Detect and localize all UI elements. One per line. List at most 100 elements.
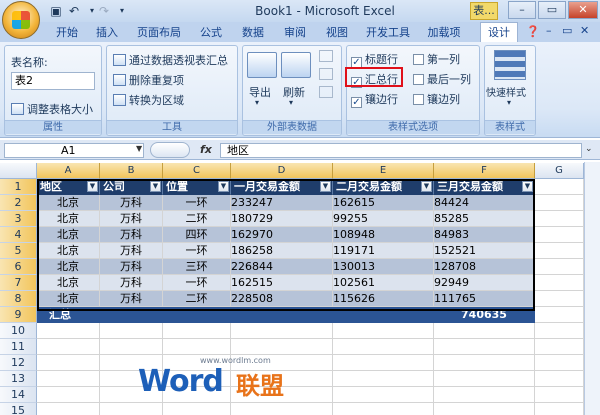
column-header-g[interactable]: G — [535, 163, 584, 179]
quick-styles-icon[interactable] — [494, 50, 526, 80]
column-header-f[interactable]: F — [434, 163, 535, 179]
export-button[interactable]: 导出 — [249, 84, 271, 100]
total-row-label-cell[interactable]: 汇总 — [37, 307, 100, 323]
table-cell[interactable]: 130013 — [333, 259, 434, 275]
table-cell[interactable]: 万科 — [100, 259, 163, 275]
filter-dropdown-icon[interactable]: ▼ — [150, 181, 161, 192]
table-header-cell[interactable]: 位置 ▼ — [163, 179, 231, 195]
tab-page-layout[interactable]: 页面布局 — [132, 24, 186, 42]
cell[interactable] — [535, 259, 584, 275]
tab-view[interactable]: 视图 — [320, 24, 354, 42]
tab-review[interactable]: 审阅 — [278, 24, 312, 42]
insert-function-icon[interactable]: fx — [200, 143, 212, 156]
column-header-b[interactable]: B — [100, 163, 163, 179]
save-icon[interactable]: ▣ — [48, 3, 64, 19]
cell[interactable] — [535, 355, 584, 371]
table-cell[interactable]: 85285 — [434, 211, 535, 227]
refresh-icon[interactable] — [281, 52, 311, 78]
tab-home[interactable]: 开始 — [50, 24, 84, 42]
table-header-cell[interactable]: 三月交易金额 ▼ — [434, 179, 535, 195]
cell[interactable] — [535, 243, 584, 259]
total-row-value-cell[interactable]: 740635 — [434, 307, 535, 323]
cell[interactable] — [535, 195, 584, 211]
row-header-1[interactable]: 1 — [0, 179, 37, 195]
cell[interactable] — [434, 323, 535, 339]
first-column-checkbox[interactable]: 第一列 — [413, 51, 460, 67]
cell[interactable] — [231, 339, 333, 355]
cell[interactable] — [434, 403, 535, 415]
export-icon[interactable] — [247, 52, 277, 78]
table-cell[interactable]: 186258 — [231, 243, 333, 259]
table-cell[interactable]: 北京 — [37, 291, 100, 307]
table-cell[interactable]: 84983 — [434, 227, 535, 243]
table-cell[interactable]: 92949 — [434, 275, 535, 291]
table-cell[interactable]: 162515 — [231, 275, 333, 291]
table-header-cell[interactable]: 二月交易金额 ▼ — [333, 179, 434, 195]
row-header-13[interactable]: 13 — [0, 371, 37, 387]
formula-expand-icon[interactable]: ⌄ — [585, 144, 593, 154]
cell[interactable] — [37, 387, 100, 403]
row-header-4[interactable]: 4 — [0, 227, 37, 243]
row-header-6[interactable]: 6 — [0, 259, 37, 275]
column-header-a[interactable]: A — [37, 163, 100, 179]
table-cell[interactable]: 152521 — [434, 243, 535, 259]
convert-to-range-button[interactable]: 转换为区域 — [113, 92, 184, 108]
table-name-input[interactable]: 表2 — [11, 72, 95, 90]
cell[interactable] — [37, 355, 100, 371]
cell[interactable] — [535, 227, 584, 243]
table-cell[interactable]: 115626 — [333, 291, 434, 307]
table-cell[interactable]: 北京 — [37, 211, 100, 227]
total-row-cell[interactable] — [333, 307, 434, 323]
filter-dropdown-icon[interactable]: ▼ — [87, 181, 98, 192]
formula-bar-resize-handle[interactable] — [150, 142, 190, 158]
cell[interactable] — [434, 339, 535, 355]
undo-icon[interactable]: ↶ — [66, 3, 82, 19]
redo-icon[interactable]: ↷ — [96, 3, 112, 19]
row-header-8[interactable]: 8 — [0, 291, 37, 307]
table-cell[interactable]: 一环 — [163, 243, 231, 259]
tab-developer[interactable]: 开发工具 — [362, 24, 414, 42]
cell[interactable] — [163, 339, 231, 355]
cell[interactable] — [535, 323, 584, 339]
cell[interactable] — [434, 371, 535, 387]
filter-dropdown-icon[interactable]: ▼ — [320, 181, 331, 192]
quick-styles-button[interactable]: 快速样式 — [486, 84, 526, 99]
table-cell[interactable]: 二环 — [163, 211, 231, 227]
column-header-e[interactable]: E — [333, 163, 434, 179]
cell[interactable] — [37, 403, 100, 415]
cell[interactable] — [333, 371, 434, 387]
table-cell[interactable]: 万科 — [100, 195, 163, 211]
header-row-checkbox[interactable]: ✓ 标题行 — [351, 51, 398, 68]
cell[interactable] — [333, 323, 434, 339]
resize-table-button[interactable]: 调整表格大小 — [11, 101, 93, 117]
table-cell[interactable]: 北京 — [37, 259, 100, 275]
table-cell[interactable]: 228508 — [231, 291, 333, 307]
cell[interactable] — [535, 307, 584, 323]
cell[interactable] — [535, 403, 584, 415]
row-header-9[interactable]: 9 — [0, 307, 37, 323]
table-cell[interactable]: 三环 — [163, 259, 231, 275]
select-all-corner[interactable] — [0, 163, 37, 179]
total-row-cell[interactable] — [163, 307, 231, 323]
tab-insert[interactable]: 插入 — [90, 24, 124, 42]
row-header-10[interactable]: 10 — [0, 323, 37, 339]
cell[interactable] — [535, 291, 584, 307]
remove-duplicates-button[interactable]: 删除重复项 — [113, 72, 184, 88]
tab-design[interactable]: 设计 — [480, 22, 518, 42]
table-cell[interactable]: 四环 — [163, 227, 231, 243]
name-box[interactable]: A1 — [4, 143, 144, 158]
restore-button[interactable]: ▭ — [538, 1, 566, 19]
open-browser-icon[interactable] — [319, 68, 333, 80]
name-box-dropdown-icon[interactable]: ▼ — [136, 144, 142, 153]
tab-addins[interactable]: 加载项 — [422, 24, 466, 42]
cell[interactable] — [163, 323, 231, 339]
table-header-cell[interactable]: 一月交易金额 ▼ — [231, 179, 333, 195]
tab-data[interactable]: 数据 — [236, 24, 270, 42]
table-header-cell[interactable]: 公司 ▼ — [100, 179, 163, 195]
ribbon-minimize-icon[interactable]: – — [546, 24, 552, 37]
properties-icon[interactable] — [319, 50, 333, 62]
table-header-cell[interactable]: 地区 ▼ — [37, 179, 100, 195]
vertical-scrollbar[interactable] — [584, 162, 600, 415]
row-header-11[interactable]: 11 — [0, 339, 37, 355]
row-header-3[interactable]: 3 — [0, 211, 37, 227]
